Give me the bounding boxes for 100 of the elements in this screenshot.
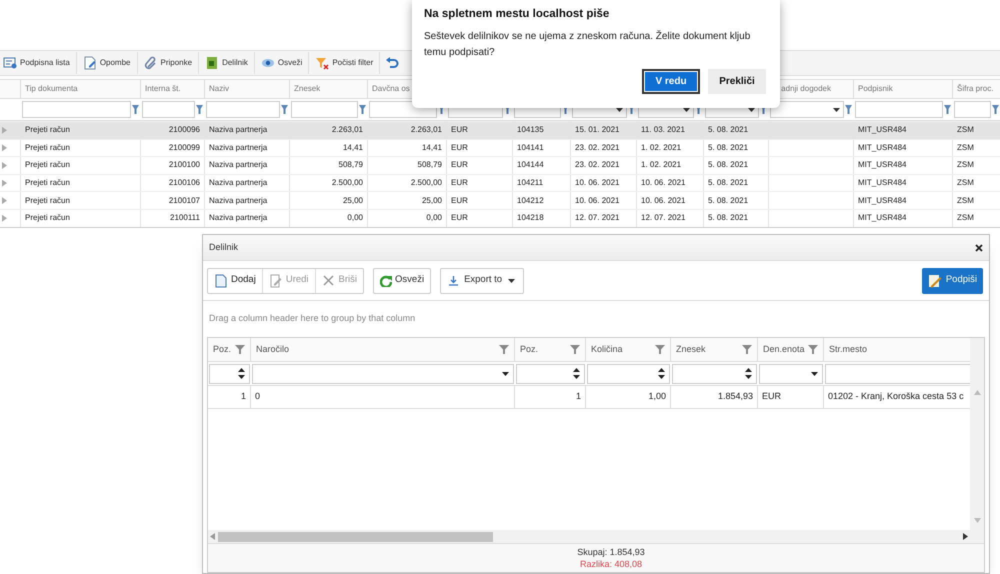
export-dropdown[interactable]: Export to: [440, 268, 524, 294]
column-header[interactable]: Šifra proc.: [957, 83, 994, 95]
table-cell: 2.500,00: [410, 177, 442, 190]
table-cell: Naziva partnerja: [209, 212, 268, 224]
table-cell-text: 1: [240, 390, 246, 404]
column-header[interactable]: Količina: [591, 342, 623, 356]
table-cell: 1. 02. 2021: [641, 159, 682, 172]
table-cell: MIT_USR484: [858, 142, 906, 154]
sign-button[interactable]: Podpiši: [922, 268, 983, 294]
dialog-message: Seštevek delilnikov se ne ujema z zneskom računa. Želite dokument kljub temu podpisati?: [424, 29, 752, 60]
difference-label: Razlika: 408,08: [580, 558, 642, 570]
table-cell: Prejeti račun: [25, 177, 70, 190]
table-cell: Naziva partnerja: [209, 142, 268, 154]
table-cell: 12. 07. 2021: [575, 212, 620, 224]
table-cell: 2100100: [168, 159, 200, 172]
column-header[interactable]: Podpisnik: [858, 83, 893, 95]
group-panel-hint: Drag a column header here to group by that column: [209, 312, 416, 326]
table-cell: MIT_USR484: [858, 177, 906, 190]
table-cell: 0,00: [347, 212, 363, 224]
table-cell: EUR: [451, 194, 468, 207]
table-cell: 11. 03. 2021: [641, 124, 685, 136]
table-cell: ZSM: [957, 212, 974, 224]
ok-button[interactable]: V redu: [642, 69, 700, 94]
column-header[interactable]: Znesek: [294, 83, 320, 95]
table-cell: 0,00: [426, 212, 442, 224]
table-cell: ZSM: [957, 159, 974, 172]
table-cell-text: 0: [255, 390, 260, 404]
table-cell: 5. 08. 2021: [708, 194, 748, 207]
table-cell: 2.500,00: [332, 177, 363, 190]
table-cell: 10. 06. 2021: [641, 177, 686, 190]
table-cell: 14,41: [342, 142, 363, 154]
table-cell: 10. 06. 2021: [575, 194, 620, 207]
table-cell: Prejeti račun: [25, 159, 70, 172]
table-cell: MIT_USR484: [858, 212, 906, 224]
table-cell: ZSM: [957, 177, 974, 190]
column-header[interactable]: Str.mesto: [829, 342, 868, 356]
column-header[interactable]: Znesek: [676, 342, 706, 356]
table-cell: ZSM: [957, 194, 974, 207]
table-cell: 15. 01. 2021: [575, 124, 620, 136]
toolbar-button[interactable]: Priponke: [136, 52, 196, 74]
toolbar-button[interactable]: Opombe: [76, 52, 134, 74]
table-cell-text: 1: [576, 390, 581, 404]
table-cell: 2100111: [170, 212, 200, 224]
table-cell: Prejeti račun: [25, 124, 70, 136]
toolbar-button[interactable]: Osveži: [254, 52, 306, 74]
table-cell: 508,79: [418, 159, 442, 172]
table-cell: Naziva partnerja: [209, 177, 268, 190]
table-cell: 2100106: [168, 177, 200, 190]
table-cell: 2.263,01: [410, 124, 442, 136]
table-cell: 5. 08. 2021: [708, 159, 748, 172]
table-cell: 23. 02. 2021: [575, 142, 620, 154]
table-cell: 104135: [517, 124, 544, 136]
dialog-title: Na spletnem mestu localhost piše: [424, 7, 610, 22]
table-cell: EUR: [451, 124, 468, 136]
total-label: Skupaj: 1.854,93: [577, 546, 645, 558]
table-cell: 2.263,01: [332, 124, 363, 136]
table-cell: Naziva partnerja: [209, 124, 268, 136]
table-cell: 25,00: [342, 194, 363, 207]
cancel-button[interactable]: Prekliči: [708, 69, 766, 94]
column-header[interactable]: Naročilo: [256, 342, 290, 356]
table-cell: 104212: [517, 194, 544, 207]
column-header[interactable]: Den.enota: [763, 342, 805, 356]
panel-title: Delilnik: [209, 240, 238, 254]
table-cell: Naziva partnerja: [209, 194, 268, 207]
refresh-button[interactable]: Osveži: [373, 268, 432, 294]
column-header[interactable]: Naziv: [209, 83, 230, 95]
table-cell: 2100099: [168, 142, 200, 154]
table-cell: 104218: [517, 212, 544, 224]
column-header[interactable]: adnji dogodek: [781, 83, 831, 95]
table-cell: EUR: [451, 159, 468, 172]
column-header[interactable]: Tip dokumenta: [25, 83, 78, 95]
table-cell: Prejeti račun: [25, 194, 70, 207]
table-cell: 5. 08. 2021: [708, 124, 748, 136]
table-cell: ZSM: [957, 142, 974, 154]
table-cell: 23. 02. 2021: [575, 159, 620, 172]
table-cell: Prejeti račun: [25, 142, 70, 154]
column-header[interactable]: Interna št.: [145, 83, 181, 95]
column-header[interactable]: Poz.: [520, 342, 538, 356]
table-cell: MIT_USR484: [858, 159, 906, 172]
toolbar-button[interactable]: Dodaj: [208, 268, 262, 292]
table-cell: 5. 08. 2021: [708, 142, 748, 154]
table-cell: 2100107: [168, 194, 200, 207]
table-cell: 10. 06. 2021: [641, 194, 686, 207]
table-cell-text: 1.854,93: [718, 390, 753, 404]
table-cell: MIT_USR484: [858, 124, 906, 136]
column-header[interactable]: Davčna os: [372, 83, 410, 95]
table-cell: 5. 08. 2021: [708, 177, 748, 190]
table-cell: 104141: [517, 142, 544, 154]
table-cell: ZSM: [957, 124, 974, 136]
table-cell: 25,00: [422, 194, 442, 207]
table-cell-text: 1,00: [648, 390, 666, 404]
table-cell-text: EUR: [762, 390, 782, 404]
table-cell: EUR: [451, 142, 468, 154]
table-cell: Naziva partnerja: [209, 159, 268, 172]
column-header[interactable]: Poz.: [213, 342, 232, 356]
toolbar-button[interactable]: Delilnik: [198, 52, 252, 74]
table-cell: 12. 07. 2021: [641, 212, 686, 224]
toolbar-button[interactable]: Podpisna lista: [0, 52, 74, 74]
table-cell: 104144: [517, 159, 544, 172]
toolbar-button[interactable]: Počisti filter: [308, 52, 378, 74]
